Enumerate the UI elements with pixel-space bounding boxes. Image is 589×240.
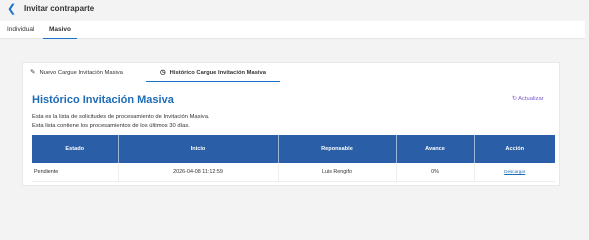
refresh-label: Actualizar [518, 96, 544, 102]
col-inicio: Inicio [118, 135, 279, 163]
history-table: Estado Inicio Reponsable Avance Acción P… [32, 135, 555, 182]
col-accion: Acción [474, 135, 555, 163]
cell-avance: 0% [396, 163, 475, 182]
tab-nuevo-cargue[interactable]: ✎ Nuevo Cargue Invitación Masiva [30, 64, 123, 82]
cell-responsable: Luis Rengifo [278, 163, 397, 182]
table-row: Pendiente 2026-04-08 11:12:59 Luis Rengi… [32, 163, 555, 182]
page-title: Invitar contraparte [24, 4, 95, 13]
tab-masivo[interactable]: Masivo [43, 21, 77, 39]
pencil-icon: ✎ [30, 69, 36, 76]
col-responsable: Reponsable [278, 135, 397, 163]
tab-nuevo-cargue-label: Nuevo Cargue Invitación Masiva [39, 70, 123, 76]
table-header-row: Estado Inicio Reponsable Avance Acción [32, 135, 555, 163]
history-icon: ◷ [160, 69, 166, 76]
tab-individual[interactable]: Individual [7, 21, 34, 39]
cell-accion: Descargar [474, 163, 555, 182]
section-title: Histórico Invitación Masiva [32, 94, 174, 106]
download-link[interactable]: Descargar [504, 169, 525, 174]
cell-estado: Pendiente [32, 163, 119, 182]
col-avance: Avance [396, 135, 475, 163]
page-header: ❮ Invitar contraparte [0, 0, 589, 20]
tab-historico-cargue[interactable]: ◷ Histórico Cargue Invitación Masiva [146, 64, 280, 82]
col-estado: Estado [32, 135, 119, 163]
main-tabs: Individual Masivo [0, 21, 585, 39]
subtabs: ✎ Nuevo Cargue Invitación Masiva ◷ Históri… [22, 64, 560, 82]
refresh-button[interactable]: ↻ Actualizar [512, 96, 544, 102]
back-arrow-icon[interactable]: ❮ [7, 3, 17, 15]
cell-inicio: 2026-04-08 11:12:59 [118, 163, 279, 182]
description-line-1: Esta es la lista de solicitudes de proce… [32, 114, 210, 120]
tab-historico-cargue-label: Histórico Cargue Invitación Masiva [169, 70, 266, 76]
description-line-2: Esta lista contiene los procesamientos d… [32, 123, 190, 129]
refresh-icon: ↻ [512, 96, 517, 102]
